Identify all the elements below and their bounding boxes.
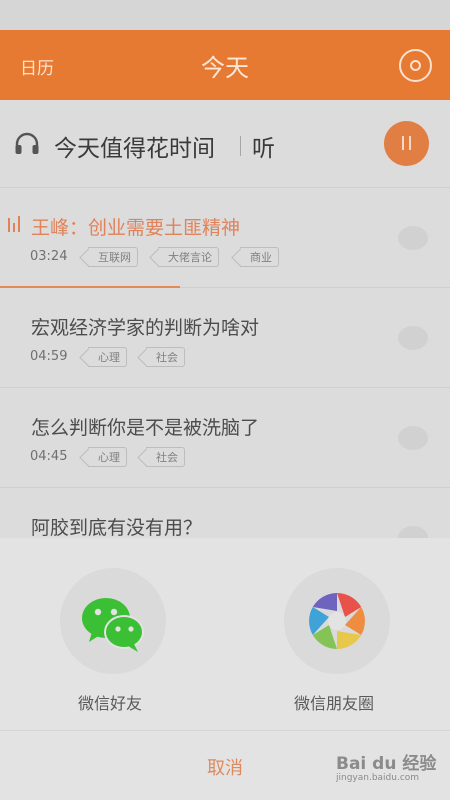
tag[interactable]: 社会 bbox=[146, 347, 185, 367]
comment-icon[interactable] bbox=[398, 226, 428, 250]
page-title: 今天 bbox=[201, 54, 249, 82]
tag[interactable]: 社会 bbox=[146, 447, 185, 467]
playlist-item-duration: 04:45 bbox=[30, 449, 68, 464]
now-playing-icon bbox=[8, 216, 24, 232]
playlist-item[interactable]: 宏观经济学家的判断为啥对 04:59 心理 社会 bbox=[0, 288, 450, 388]
watermark-brand: Bai du 经验 bbox=[336, 754, 437, 774]
listen-subtitle: 听 bbox=[252, 136, 275, 162]
playlist-item-title: 王峰：创业需要土匪精神 bbox=[31, 217, 241, 239]
playlist-item-duration: 04:59 bbox=[30, 349, 68, 364]
share-divider bbox=[0, 730, 450, 731]
top-header: 日历 今天 bbox=[0, 30, 450, 100]
tag[interactable]: 互联网 bbox=[88, 247, 138, 267]
comment-icon[interactable] bbox=[398, 326, 428, 350]
playlist-item[interactable]: 怎么判断你是不是被洗脑了 04:45 心理 社会 bbox=[0, 388, 450, 488]
title-divider bbox=[240, 136, 241, 156]
playlist-item-title: 怎么判断你是不是被洗脑了 bbox=[31, 417, 260, 439]
status-bar bbox=[0, 0, 450, 30]
listen-section-header: 今天值得花时间 听 bbox=[0, 100, 450, 188]
wechat-share-label: 微信好友 bbox=[78, 694, 143, 713]
moments-icon bbox=[309, 593, 365, 649]
moments-share-button[interactable] bbox=[284, 568, 390, 674]
wechat-share-button[interactable] bbox=[60, 568, 166, 674]
playlist-item-duration: 03:24 bbox=[30, 249, 68, 264]
wechat-icon bbox=[82, 598, 144, 652]
tag[interactable]: 大佬言论 bbox=[158, 247, 219, 267]
playlist-item-title: 宏观经济学家的判断为啥对 bbox=[31, 317, 260, 339]
comment-icon[interactable] bbox=[398, 426, 428, 450]
watermark-url: jingyan.baidu.com bbox=[336, 773, 420, 783]
playlist-item-title: 阿胶到底有没有用？ bbox=[31, 517, 203, 539]
tag[interactable]: 商业 bbox=[240, 247, 279, 267]
pause-button[interactable] bbox=[384, 121, 429, 166]
disc-icon[interactable] bbox=[399, 49, 432, 82]
playlist-item[interactable]: 王峰：创业需要土匪精神 03:24 互联网 大佬言论 商业 bbox=[0, 188, 450, 288]
listen-title: 今天值得花时间 bbox=[54, 136, 215, 162]
baidu-jingyan-watermark: Bai du 经验 jingyan.baidu.com bbox=[336, 745, 446, 793]
tag[interactable]: 心理 bbox=[88, 447, 127, 467]
moments-share-label: 微信朋友圈 bbox=[294, 694, 375, 713]
tag[interactable]: 心理 bbox=[88, 347, 127, 367]
headphones-icon bbox=[15, 132, 39, 154]
